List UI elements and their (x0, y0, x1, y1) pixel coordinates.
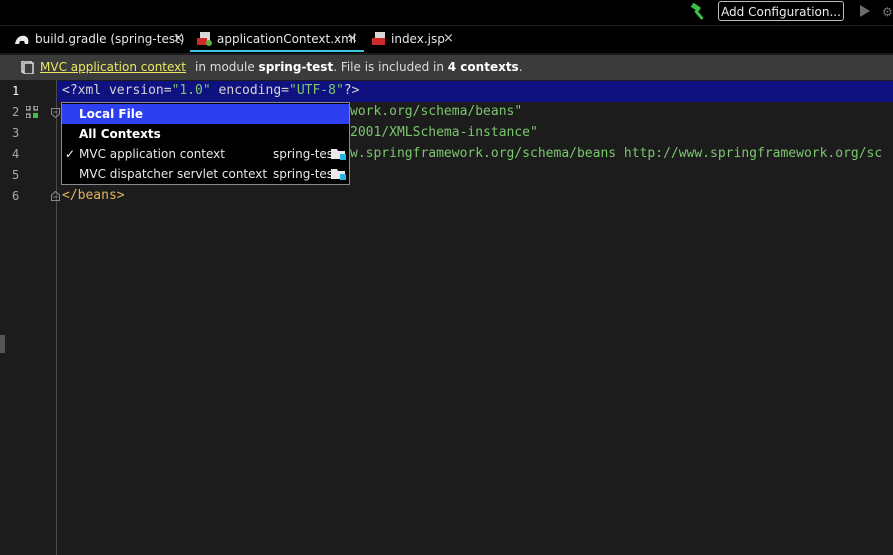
fold-icon[interactable] (51, 191, 60, 201)
xml-spring-icon (197, 32, 212, 46)
jsp-icon (372, 32, 385, 45)
book-icon (21, 61, 34, 74)
line-number: 3 (12, 126, 20, 140)
tab-label: index.jsp (391, 32, 445, 46)
popup-item-mvc-dispatcher-servlet-context[interactable]: MVC dispatcher servlet context spring-te… (62, 164, 349, 184)
code-line-1[interactable]: <?xml version="1.0" encoding="UTF-8"?> (62, 83, 359, 98)
line-number: 5 (12, 168, 20, 182)
popup-item-label: MVC dispatcher servlet context (79, 167, 268, 181)
tab-application-context-xml[interactable]: applicationContext.xml × (190, 26, 364, 52)
code-line-6[interactable]: </beans> (62, 188, 125, 203)
close-icon[interactable]: × (347, 26, 358, 52)
hammer-icon[interactable] (689, 3, 707, 21)
context-selector-popup: Local File All Contexts ✓ MVC applicatio… (61, 102, 350, 185)
popup-item-module: spring-test (273, 147, 338, 161)
editor-tab-bar: build.gradle (spring-test) × application… (0, 26, 893, 53)
context-info-text: in module spring-test. File is included … (195, 60, 523, 74)
popup-item-label: Local File (79, 107, 143, 121)
fold-icon[interactable] (51, 108, 60, 118)
main-toolbar: Add Configuration... ⚙ (0, 0, 893, 25)
popup-item-mvc-application-context[interactable]: ✓ MVC application context spring-test (62, 144, 349, 164)
close-icon[interactable]: × (173, 26, 184, 52)
run-icon[interactable] (860, 5, 870, 17)
tab-build-gradle[interactable]: build.gradle (spring-test) × (14, 26, 186, 52)
check-icon: ✓ (65, 147, 76, 161)
line-number: 6 (12, 189, 20, 203)
popup-item-label: All Contexts (79, 127, 161, 141)
close-icon[interactable]: × (443, 26, 454, 52)
context-selector-link[interactable]: MVC application context (40, 55, 186, 80)
popup-item-all-contexts[interactable]: All Contexts (62, 124, 349, 144)
line-number: 4 (12, 147, 20, 161)
module-folder-icon (331, 169, 346, 180)
gradle-icon (15, 35, 29, 44)
popup-item-local-file[interactable]: Local File (62, 104, 349, 124)
spring-bean-icon[interactable] (26, 106, 38, 118)
scroll-marker (0, 335, 5, 353)
line-number: 1 (12, 84, 20, 98)
tab-index-jsp[interactable]: index.jsp × (372, 26, 456, 52)
editor-gutter (0, 80, 57, 555)
code-line-2[interactable]: work.org/schema/beans" (350, 104, 522, 119)
tab-label: build.gradle (spring-test) (35, 32, 185, 46)
spring-context-banner: MVC application context in module spring… (0, 55, 893, 80)
tab-label: applicationContext.xml (217, 32, 357, 46)
code-line-4[interactable]: w.springframework.org/schema/beans http:… (350, 146, 882, 161)
gear-icon[interactable]: ⚙ (882, 5, 893, 19)
module-folder-icon (331, 149, 346, 160)
popup-item-module: spring-test (273, 167, 338, 181)
popup-item-label: MVC application context (79, 147, 225, 161)
line-number: 2 (12, 105, 20, 119)
add-configuration-button[interactable]: Add Configuration... (718, 1, 844, 21)
code-line-3[interactable]: 2001/XMLSchema-instance" (350, 125, 538, 140)
